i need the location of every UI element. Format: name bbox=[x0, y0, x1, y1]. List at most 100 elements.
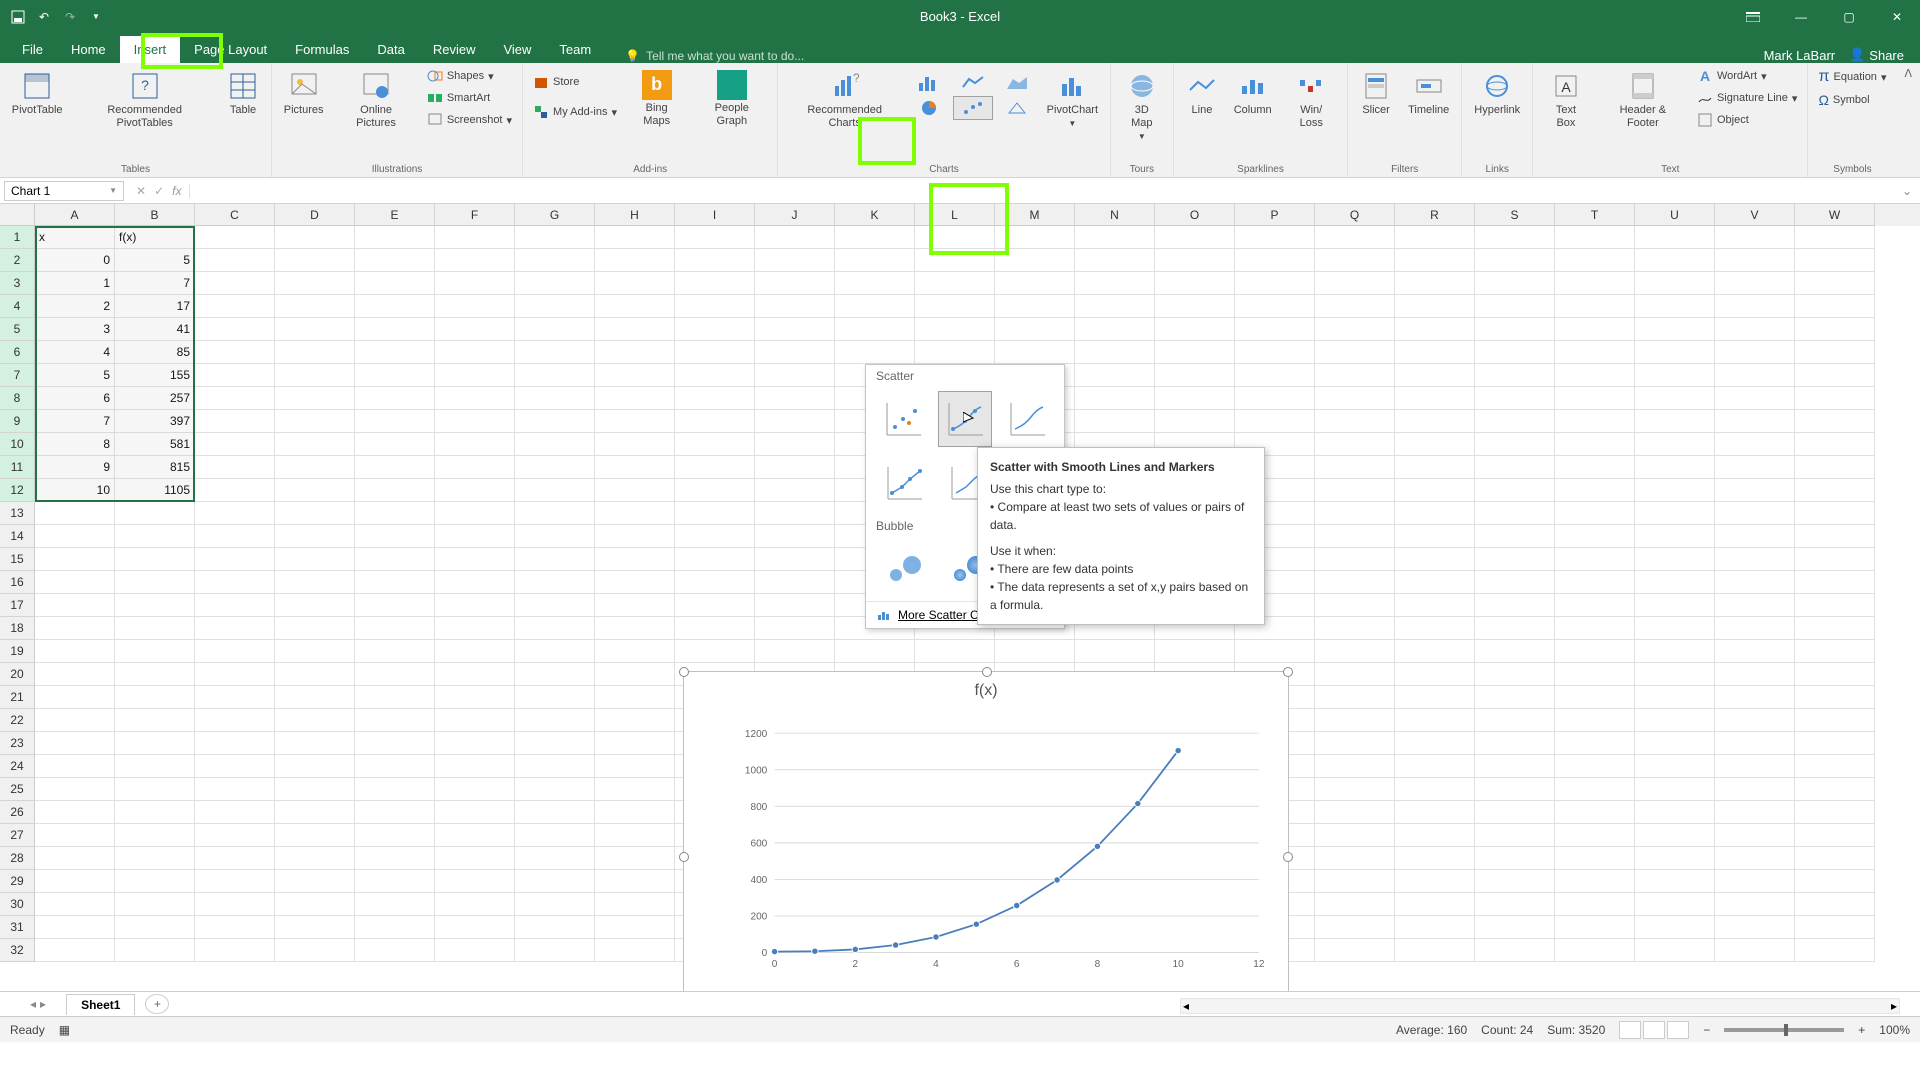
cell[interactable] bbox=[195, 433, 275, 456]
cell[interactable] bbox=[1555, 916, 1635, 939]
cell[interactable] bbox=[595, 318, 675, 341]
cell[interactable] bbox=[1475, 548, 1555, 571]
cell[interactable] bbox=[435, 617, 515, 640]
cell[interactable] bbox=[1075, 364, 1155, 387]
cell[interactable] bbox=[195, 847, 275, 870]
cell[interactable] bbox=[1315, 939, 1395, 962]
cell[interactable] bbox=[435, 502, 515, 525]
cell[interactable] bbox=[595, 249, 675, 272]
cell[interactable] bbox=[755, 387, 835, 410]
cell[interactable] bbox=[195, 318, 275, 341]
bar-chart-icon[interactable] bbox=[909, 70, 949, 94]
cell[interactable] bbox=[355, 778, 435, 801]
cell[interactable] bbox=[1395, 893, 1475, 916]
cell[interactable] bbox=[1395, 364, 1475, 387]
cell[interactable] bbox=[195, 686, 275, 709]
cell[interactable] bbox=[675, 640, 755, 663]
cell[interactable] bbox=[595, 617, 675, 640]
row-header[interactable]: 10 bbox=[0, 433, 35, 456]
cell[interactable] bbox=[675, 410, 755, 433]
col-header[interactable]: K bbox=[835, 204, 915, 226]
row-header[interactable]: 26 bbox=[0, 801, 35, 824]
cell[interactable] bbox=[515, 318, 595, 341]
cell[interactable] bbox=[1555, 709, 1635, 732]
col-header[interactable]: B bbox=[115, 204, 195, 226]
cell[interactable] bbox=[275, 525, 355, 548]
cell[interactable] bbox=[1075, 410, 1155, 433]
cell[interactable] bbox=[1555, 939, 1635, 962]
cell[interactable] bbox=[435, 456, 515, 479]
cell[interactable] bbox=[35, 755, 115, 778]
cell[interactable] bbox=[435, 893, 515, 916]
cell[interactable] bbox=[1635, 364, 1715, 387]
cell[interactable] bbox=[1795, 939, 1875, 962]
cell[interactable] bbox=[355, 318, 435, 341]
row-header[interactable]: 1 bbox=[0, 226, 35, 249]
cell[interactable] bbox=[755, 617, 835, 640]
signature-line-button[interactable]: Signature Line ▾ bbox=[1693, 88, 1801, 108]
cell[interactable] bbox=[195, 640, 275, 663]
col-header[interactable]: M bbox=[995, 204, 1075, 226]
undo-icon[interactable]: ↶ bbox=[34, 7, 54, 27]
cell[interactable] bbox=[355, 341, 435, 364]
cell[interactable] bbox=[1395, 939, 1475, 962]
cell[interactable] bbox=[1155, 295, 1235, 318]
cell[interactable] bbox=[835, 640, 915, 663]
cell[interactable] bbox=[355, 433, 435, 456]
cell[interactable] bbox=[195, 594, 275, 617]
cell[interactable] bbox=[1315, 824, 1395, 847]
cell[interactable] bbox=[1395, 295, 1475, 318]
cell[interactable] bbox=[275, 916, 355, 939]
cell[interactable] bbox=[515, 870, 595, 893]
cell[interactable] bbox=[35, 893, 115, 916]
cell[interactable] bbox=[515, 847, 595, 870]
cell[interactable] bbox=[1475, 617, 1555, 640]
cell[interactable] bbox=[1395, 479, 1475, 502]
cell[interactable] bbox=[195, 341, 275, 364]
cell[interactable] bbox=[275, 318, 355, 341]
cell[interactable] bbox=[1395, 272, 1475, 295]
cell[interactable] bbox=[35, 525, 115, 548]
cell[interactable] bbox=[1795, 364, 1875, 387]
cell[interactable] bbox=[675, 249, 755, 272]
cell[interactable] bbox=[595, 939, 675, 962]
cell[interactable] bbox=[275, 847, 355, 870]
row-header[interactable]: 32 bbox=[0, 939, 35, 962]
cell[interactable] bbox=[195, 479, 275, 502]
cell[interactable] bbox=[1315, 433, 1395, 456]
cell[interactable] bbox=[355, 847, 435, 870]
cell[interactable] bbox=[515, 249, 595, 272]
cell[interactable] bbox=[35, 640, 115, 663]
cell[interactable] bbox=[1395, 870, 1475, 893]
cell[interactable] bbox=[355, 249, 435, 272]
cell[interactable] bbox=[1395, 502, 1475, 525]
cell[interactable] bbox=[355, 456, 435, 479]
horizontal-scrollbar[interactable]: ◂▸ bbox=[1180, 998, 1900, 1014]
cell[interactable] bbox=[1715, 479, 1795, 502]
cell[interactable] bbox=[1715, 364, 1795, 387]
cell[interactable] bbox=[435, 709, 515, 732]
cell[interactable] bbox=[355, 916, 435, 939]
cell[interactable] bbox=[515, 479, 595, 502]
cell[interactable] bbox=[275, 272, 355, 295]
cell[interactable] bbox=[195, 778, 275, 801]
col-header[interactable]: P bbox=[1235, 204, 1315, 226]
col-header[interactable]: G bbox=[515, 204, 595, 226]
cell[interactable] bbox=[1795, 732, 1875, 755]
cell[interactable] bbox=[1555, 433, 1635, 456]
row-header[interactable]: 21 bbox=[0, 686, 35, 709]
cell[interactable] bbox=[1715, 295, 1795, 318]
equation-button[interactable]: πEquation ▾ bbox=[1814, 66, 1890, 88]
cell[interactable] bbox=[275, 295, 355, 318]
enter-formula-icon[interactable]: ✓ bbox=[154, 184, 164, 198]
cell[interactable] bbox=[1715, 341, 1795, 364]
cell[interactable] bbox=[435, 778, 515, 801]
cell[interactable] bbox=[595, 870, 675, 893]
cell[interactable]: 0 bbox=[35, 249, 115, 272]
row-header[interactable]: 31 bbox=[0, 916, 35, 939]
cell[interactable] bbox=[1555, 801, 1635, 824]
cell[interactable]: 10 bbox=[35, 479, 115, 502]
my-addins-button[interactable]: My Add-ins ▾ bbox=[529, 102, 621, 122]
cell[interactable] bbox=[1715, 525, 1795, 548]
cell[interactable] bbox=[1715, 456, 1795, 479]
